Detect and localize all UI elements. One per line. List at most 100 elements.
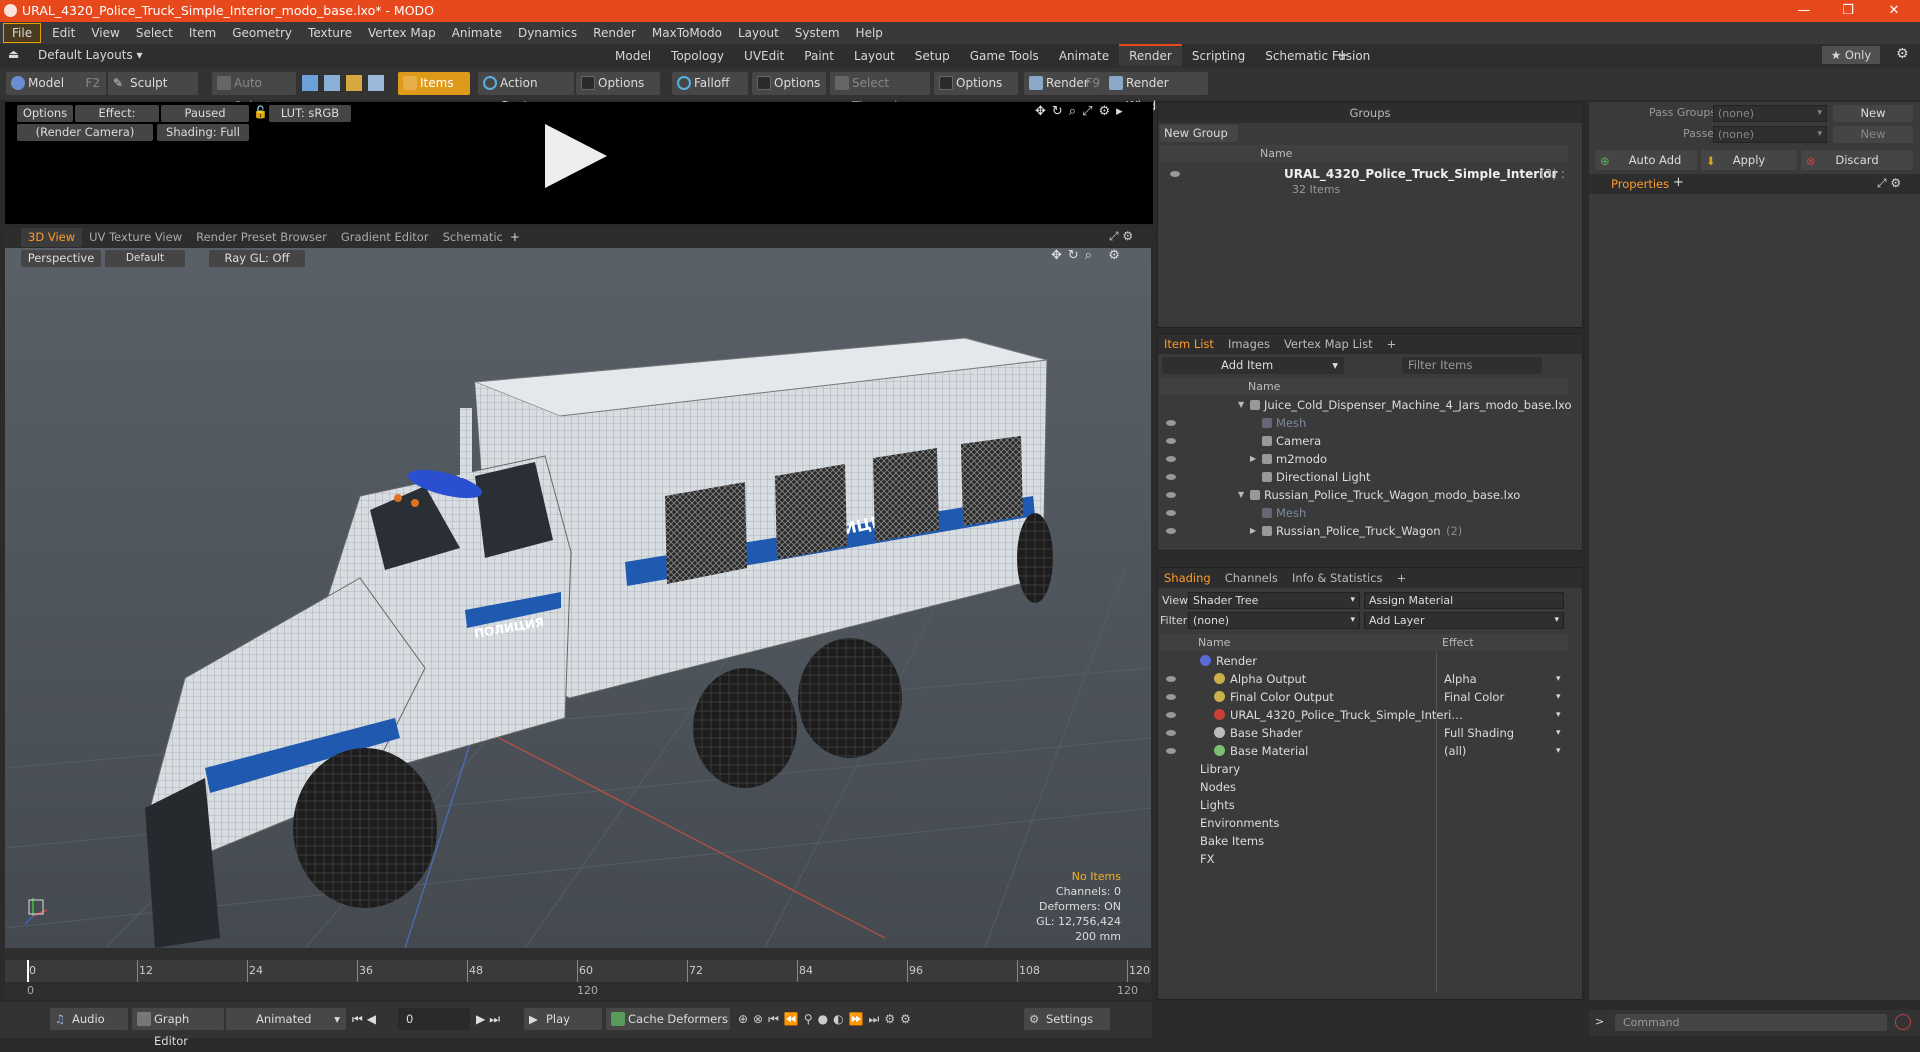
new-pass-group-button[interactable]: New bbox=[1833, 105, 1913, 122]
select-through-button[interactable]: Select Through bbox=[830, 72, 930, 113]
shader-effect-value[interactable]: Alpha bbox=[1444, 670, 1477, 688]
close-button[interactable]: ✕ bbox=[1872, 0, 1916, 22]
audio-button[interactable]: ♫ Audio bbox=[50, 1008, 128, 1030]
sculpt-button[interactable]: ✎ Sculpt bbox=[108, 72, 198, 95]
command-input[interactable]: Command bbox=[1615, 1014, 1887, 1031]
layout-icon[interactable]: ⏏ bbox=[8, 47, 19, 61]
item-list-row[interactable]: ▼ Russian_Police_Truck_Wagon_modo_base.lx… bbox=[1160, 486, 1568, 504]
only-toggle[interactable]: ★ Only bbox=[1822, 46, 1880, 64]
options-button-1[interactable]: Options bbox=[576, 72, 660, 95]
menu-dynamics[interactable]: Dynamics bbox=[510, 22, 585, 44]
shader-tree-row[interactable]: Base Shader Full Shading ▾ bbox=[1160, 724, 1568, 742]
materials-icon[interactable] bbox=[368, 75, 384, 91]
tab-gradient-editor[interactable]: Gradient Editor bbox=[334, 228, 436, 247]
add-tab-icon[interactable]: + bbox=[1336, 46, 1349, 64]
tab-animate[interactable]: Animate bbox=[1049, 45, 1119, 67]
eye-icon[interactable] bbox=[1166, 748, 1176, 754]
chevron-down-icon[interactable]: ▾ bbox=[1556, 742, 1561, 760]
tab-layout[interactable]: Layout bbox=[844, 45, 905, 67]
menu-system[interactable]: System bbox=[787, 22, 848, 44]
shader-tree-row[interactable]: Bake Items bbox=[1160, 832, 1568, 850]
lut-dropdown[interactable]: LUT: sRGB bbox=[269, 105, 351, 122]
shading-dropdown[interactable]: Shading: Full bbox=[157, 124, 249, 141]
menu-layout[interactable]: Layout bbox=[730, 22, 787, 44]
group-row[interactable]: URAL_4320_Police_Truck_Simple_Interior (… bbox=[1168, 165, 1568, 205]
eye-icon[interactable] bbox=[1170, 171, 1180, 177]
perspective-dropdown[interactable]: Perspective bbox=[21, 250, 101, 267]
menu-vertex-map[interactable]: Vertex Map bbox=[360, 22, 444, 44]
eye-icon[interactable] bbox=[1166, 474, 1176, 480]
eye-icon[interactable] bbox=[1166, 456, 1176, 462]
minimize-button[interactable]: — bbox=[1782, 0, 1826, 22]
shader-tree-row[interactable]: Library bbox=[1160, 760, 1568, 778]
tab-images[interactable]: Images bbox=[1228, 337, 1270, 351]
tab-properties[interactable]: Properties bbox=[1611, 177, 1669, 191]
animated-dropdown[interactable]: Animated ▾ bbox=[226, 1008, 346, 1030]
polygons-icon[interactable] bbox=[346, 75, 362, 91]
menu-maxtomodo[interactable]: MaxToModo bbox=[644, 22, 730, 44]
item-list-row[interactable]: Camera bbox=[1160, 432, 1568, 450]
render-button[interactable]: Render F9 bbox=[1024, 72, 1104, 95]
shader-effect-value[interactable]: Full Shading bbox=[1444, 724, 1514, 742]
options-button-2[interactable]: Options bbox=[752, 72, 826, 95]
shader-tree-row[interactable]: FX bbox=[1160, 850, 1568, 868]
expand-arrow-icon[interactable]: ▶ bbox=[1250, 522, 1256, 540]
expand-icon[interactable]: ⤢ ⚙ bbox=[1877, 176, 1901, 191]
chevron-down-icon[interactable]: ▾ bbox=[1556, 688, 1561, 706]
options-button-3[interactable]: Options bbox=[934, 72, 1018, 95]
assign-material-button[interactable]: Assign Material bbox=[1364, 592, 1564, 609]
item-list-row[interactable]: Mesh bbox=[1160, 504, 1568, 522]
item-list-row[interactable]: ▶ Russian_Police_Truck_Wagon (2) bbox=[1160, 522, 1568, 540]
transport-back-icons[interactable]: ⏮◀ bbox=[352, 1012, 380, 1027]
tab-schematic-fusion[interactable]: Schematic Fusion bbox=[1255, 45, 1380, 67]
chevron-down-icon[interactable]: ▾ bbox=[1556, 670, 1561, 688]
maximize-button[interactable]: ❐ bbox=[1826, 0, 1870, 22]
shader-tree-row[interactable]: Alpha Output Alpha ▾ bbox=[1160, 670, 1568, 688]
expand-icon[interactable]: ⤢ ⚙ bbox=[1109, 229, 1133, 244]
gear-icon[interactable]: ⚙ bbox=[1896, 46, 1909, 62]
expand-arrow-icon[interactable]: ▶ bbox=[1250, 450, 1256, 468]
menu-select[interactable]: Select bbox=[128, 22, 181, 44]
eye-icon[interactable] bbox=[1166, 712, 1176, 718]
tab-schematic[interactable]: Schematic bbox=[436, 228, 510, 247]
raygl-dropdown[interactable]: Ray GL: Off bbox=[209, 250, 305, 267]
play-button[interactable]: ▶ Play bbox=[524, 1008, 602, 1030]
record-icon[interactable] bbox=[1895, 1014, 1911, 1030]
filter-items-input[interactable]: Filter Items bbox=[1402, 357, 1542, 374]
eye-icon[interactable] bbox=[1166, 438, 1176, 444]
menu-edit[interactable]: Edit bbox=[44, 22, 83, 44]
tab-shading[interactable]: Shading bbox=[1164, 571, 1211, 585]
tab-model[interactable]: Model bbox=[605, 45, 661, 67]
shader-tree-row[interactable]: Environments bbox=[1160, 814, 1568, 832]
menu-file[interactable]: File bbox=[3, 23, 42, 43]
item-list-row[interactable]: Directional Light bbox=[1160, 468, 1568, 486]
expand-arrow-icon[interactable]: ▼ bbox=[1238, 486, 1244, 504]
shader-tree-row[interactable]: Final Color Output Final Color ▾ bbox=[1160, 688, 1568, 706]
passes-dropdown[interactable]: (none) ▾ bbox=[1713, 126, 1827, 143]
timeline-playhead[interactable] bbox=[27, 960, 29, 982]
menu-item[interactable]: Item bbox=[181, 22, 224, 44]
eye-icon[interactable] bbox=[1166, 730, 1176, 736]
transport-fwd-icons[interactable]: ▶⏭ bbox=[476, 1012, 504, 1027]
timeline[interactable]: 0 12 24 36 48 60 72 84 96 108 120 0 120 120 bbox=[5, 948, 1151, 1000]
tab-vertex-map-list[interactable]: Vertex Map List bbox=[1284, 337, 1373, 351]
vertices-icon[interactable] bbox=[302, 75, 318, 91]
pass-groups-dropdown[interactable]: (none) ▾ bbox=[1713, 105, 1827, 122]
render-window-button[interactable]: Render Window bbox=[1104, 72, 1208, 113]
frame-field[interactable]: 0 bbox=[398, 1008, 470, 1030]
add-tab-icon[interactable]: + bbox=[1387, 337, 1397, 351]
menu-animate[interactable]: Animate bbox=[444, 22, 510, 44]
eye-icon[interactable] bbox=[1166, 420, 1176, 426]
shader-tree-row[interactable]: Lights bbox=[1160, 796, 1568, 814]
item-list-row[interactable]: Mesh bbox=[1160, 414, 1568, 432]
paused-button[interactable]: Paused bbox=[161, 105, 249, 122]
viewport-nav-icons[interactable]: ✥↻⌕ ⚙ bbox=[1051, 248, 1126, 263]
add-tab-icon[interactable]: + bbox=[1673, 175, 1684, 190]
tab-item-list[interactable]: Item List bbox=[1164, 337, 1214, 351]
add-tab-icon[interactable]: + bbox=[510, 230, 520, 244]
add-item-dropdown[interactable]: Add Item ▾ bbox=[1162, 357, 1344, 374]
shader-effect-value[interactable]: (all) bbox=[1444, 742, 1466, 760]
shader-tree-row[interactable]: URAL_4320_Police_Truck_Simple_Interi… ▾ bbox=[1160, 706, 1568, 724]
default-style-dropdown[interactable]: Default bbox=[105, 250, 185, 267]
3d-viewport[interactable]: ПОЛИЦИЯ ПОЛИЦИЯ Perspective Default Ray … bbox=[5, 248, 1151, 948]
